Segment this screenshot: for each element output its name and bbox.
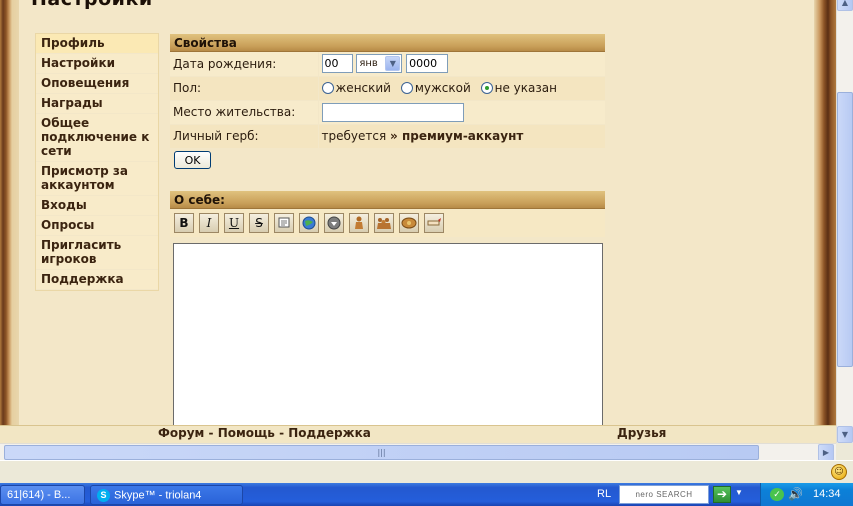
go-arrow-icon[interactable]: ➔ [713,486,731,503]
sidebar-item-account-sitting[interactable]: Присмотр за аккаунтом [36,162,158,196]
premium-account-link[interactable]: » премиум-аккаунт [390,129,523,143]
gender-cell: женский мужской не указан [318,76,605,101]
gender-row: Пол: женский мужской не указан [170,76,605,101]
page-title: Настройки [31,0,153,10]
taskbar-skype-label: Skype™ - triolan4 [114,489,202,502]
coat-of-arms-label: Личный герб: [170,124,319,149]
sidebar-item-awards[interactable]: Награды [36,94,158,114]
strikethrough-icon[interactable]: S [249,213,269,233]
person-icon[interactable] [349,213,369,233]
taskbar-window-skype[interactable]: S Skype™ - triolan4 [90,485,243,505]
wood-frame-right [814,0,836,425]
editor-toolbar: B I U S [170,209,605,237]
gender-male-radio[interactable] [400,82,413,95]
scrollbar-corner [836,443,853,460]
underline-icon[interactable]: U [224,213,244,233]
gender-label: Пол: [170,76,319,101]
horizontal-scroll-thumb[interactable]: ||| [4,445,759,460]
bold-icon[interactable]: B [174,213,194,233]
skype-status-icon[interactable]: ✓ [770,488,784,501]
footer-friends-link[interactable]: Друзья [617,426,666,440]
vertical-scroll-thumb[interactable] [837,92,853,367]
circle-down-icon[interactable] [324,213,344,233]
page-footer: Форум - Помощь - Поддержка Друзья [0,425,836,443]
sidebar-item-settings[interactable]: Настройки [36,54,158,74]
browser-viewport: Настройки Профиль Настройки Оповещения Н… [0,0,836,425]
about-header: О себе: [170,191,605,209]
residence-label: Место жительства: [170,100,319,125]
coat-of-arms-cell: требуется » премиум-аккаунт [318,124,605,149]
gender-male-label: мужской [414,81,471,96]
sidebar-item-logins[interactable]: Входы [36,196,158,216]
language-indicator[interactable]: RL [597,488,611,500]
scroll-up-icon[interactable]: ▲ [837,0,853,11]
system-tray: ✓ 🔊 14:34 [760,483,853,506]
globe-link-icon[interactable] [299,213,319,233]
scroll-right-icon[interactable]: ▶ [818,444,834,461]
chevron-down-icon[interactable]: ▼ [385,56,401,72]
coat-of-arms-required-text: требуется [321,129,387,143]
horizontal-scrollbar[interactable]: ||| ▶ [0,443,836,461]
sidebar-item-notifications[interactable]: Оповещения [36,74,158,94]
smiley-icon[interactable]: ☺ [831,464,847,480]
sidebar-item-shared-connection[interactable]: Общее подключение к сети [36,114,158,162]
residence-row: Место жительства: [170,100,605,125]
vertical-scrollbar[interactable]: ▲ ▼ [836,0,853,443]
sidebar-item-profile[interactable]: Профиль [36,34,158,54]
sidebar-item-support[interactable]: Поддержка [36,270,158,290]
properties-header: Свойства [170,34,605,52]
skype-icon: S [97,489,110,502]
birth-month-value: янв [359,58,378,70]
nero-search-box[interactable]: nero SEARCH [619,485,709,504]
sidebar-item-polls[interactable]: Опросы [36,216,158,236]
birth-day-input[interactable] [321,54,353,74]
birth-date-label: Дата рождения: [170,52,319,77]
wood-frame-left [0,0,19,425]
gender-unspecified-label: не указан [494,81,557,96]
birth-date-row: Дата рождения: янв ▼ [170,52,605,77]
birth-date-cell: янв ▼ [318,52,605,77]
footer-links[interactable]: Форум - Помощь - Поддержка [158,426,371,440]
browser-status-bar: ☺ [0,460,853,483]
italic-icon[interactable]: I [199,213,219,233]
chevron-down-icon[interactable]: ▼ [735,488,743,497]
gender-female-radio[interactable] [321,82,334,95]
properties-table: Дата рождения: янв ▼ Пол: женский мужско… [170,52,605,149]
quote-icon[interactable] [274,213,294,233]
volume-icon[interactable]: 🔊 [788,487,803,501]
windows-taskbar: 61|614) - B... S Skype™ - triolan4 RL ner… [0,483,853,506]
residence-cell [318,100,605,125]
sidebar-item-invite-players[interactable]: Пригласить игроков [36,236,158,270]
gender-unspecified-radio[interactable] [480,82,493,95]
scroll-icon[interactable] [424,213,444,233]
settings-sidebar: Профиль Настройки Оповещения Награды Общ… [35,33,159,291]
shield-icon[interactable] [399,213,419,233]
residence-input[interactable] [321,102,464,122]
taskbar-window-browser[interactable]: 61|614) - B... [0,485,85,505]
ok-button[interactable]: OK [174,151,211,169]
gender-female-label: женский [335,81,391,96]
clock: 14:34 [813,488,841,500]
coat-of-arms-row: Личный герб: требуется » премиум-аккаунт [170,124,605,149]
birth-month-select[interactable]: янв ▼ [356,54,403,74]
scroll-down-icon[interactable]: ▼ [837,426,853,443]
group-icon[interactable] [374,213,394,233]
birth-year-input[interactable] [406,54,449,74]
about-textarea[interactable] [173,243,603,425]
